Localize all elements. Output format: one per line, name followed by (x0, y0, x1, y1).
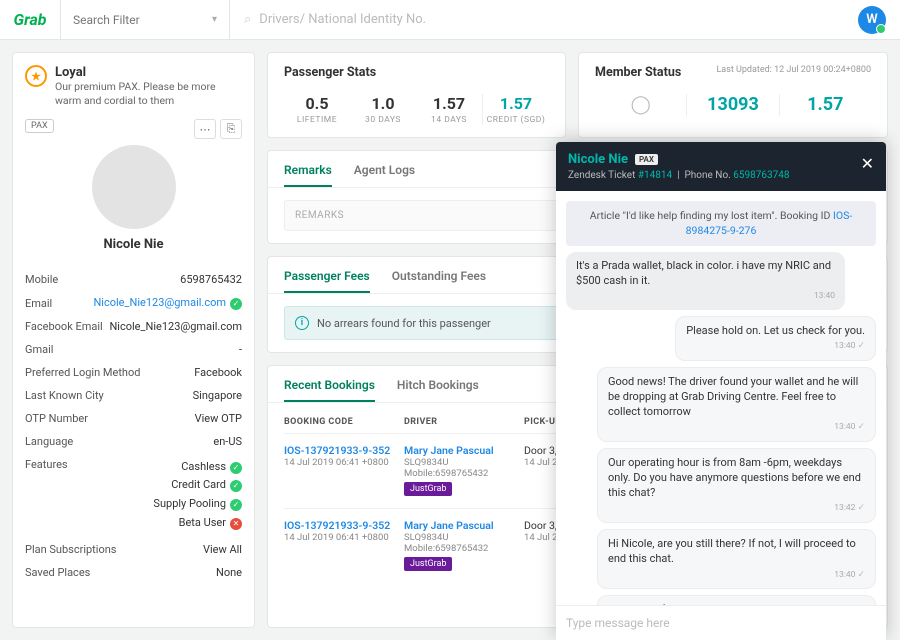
loyal-badge-icon: ★ (25, 65, 47, 87)
chat-message-incoming: It's a Prada wallet, black in color. i h… (566, 252, 845, 309)
login-method-label: Preferred Login Method (25, 366, 140, 379)
chat-body: Article "I'd like help finding my lost i… (556, 191, 886, 605)
member-status-card: Last Updated: 12 Jul 2019 00:24+0800 Mem… (578, 52, 888, 138)
otp-label: OTP Number (25, 412, 88, 425)
chat-input[interactable] (566, 616, 876, 630)
driver-link[interactable]: Mary Jane Pascual (404, 444, 524, 457)
booking-code-link[interactable]: IOS-137921933-9-352 (284, 444, 404, 457)
copy-button[interactable]: ⎘ (220, 119, 242, 139)
chat-message-outgoing: Please hold on. Let us check for you.13:… (675, 316, 876, 361)
passenger-avatar (92, 145, 176, 229)
brand-logo: Grab (0, 10, 60, 29)
info-icon: i (295, 316, 309, 330)
tab-outstanding-fees[interactable]: Outstanding Fees (392, 265, 486, 293)
search-input[interactable] (259, 12, 844, 27)
service-tag: JustGrab (404, 482, 452, 496)
chevron-down-icon: ▾ (212, 14, 217, 25)
chat-message-outgoing: Thank you for reaching out.I hope we hav… (597, 595, 876, 605)
otp-link[interactable]: View OTP (195, 412, 242, 425)
lang-value: en-US (213, 435, 242, 448)
chat-system-banner: Article "I'd like help finding my lost i… (566, 201, 876, 246)
search-icon: ⌕ (244, 12, 251, 27)
chat-pax-chip: PAX (635, 154, 658, 165)
passenger-stats-title: Passenger Stats (284, 65, 549, 80)
chat-message-outgoing: Good news! The driver found your wallet … (597, 367, 876, 442)
tab-hitch-bookings[interactable]: Hitch Bookings (397, 374, 479, 402)
loyal-subtitle: Our premium PAX. Please be more warm and… (55, 80, 242, 107)
col-booking-code: BOOKING CODE (284, 417, 404, 427)
service-tag: JustGrab (404, 557, 452, 571)
more-button[interactable]: ⋯ (194, 119, 216, 139)
passenger-stats-card: Passenger Stats 0.5LIFETIME 1.030 DAYS 1… (267, 52, 566, 138)
plan-label: Plan Subscriptions (25, 543, 117, 556)
tab-remarks[interactable]: Remarks (284, 159, 332, 187)
last-updated: Last Updated: 12 Jul 2019 00:24+0800 (716, 65, 871, 75)
city-value: Singapore (193, 389, 242, 402)
booking-code-link[interactable]: IOS-137921933-9-352 (284, 519, 404, 532)
check-icon: ✓ (230, 499, 242, 511)
close-icon[interactable]: ✕ (861, 154, 874, 173)
passenger-name: Nicole Nie (25, 237, 242, 252)
tab-agent-logs[interactable]: Agent Logs (354, 159, 415, 187)
fb-email-label: Facebook Email (25, 320, 103, 333)
check-icon: ✓ (230, 462, 242, 474)
saved-label: Saved Places (25, 566, 90, 579)
search-filter-label: Search Filter (73, 13, 140, 27)
chat-passenger-name: Nicole Nie (568, 152, 628, 167)
member-points: 13093 (687, 94, 778, 115)
search-filter-dropdown[interactable]: Search Filter ▾ (60, 0, 230, 40)
plan-link[interactable]: View All (203, 543, 242, 556)
loyal-title: Loyal (55, 65, 242, 80)
check-icon: ✓ (230, 480, 242, 492)
check-icon: ✓ (230, 298, 242, 310)
saved-value[interactable]: None (216, 566, 242, 579)
mobile-label: Mobile (25, 273, 58, 286)
chat-message-outgoing: Our operating hour is from 8am -6pm, wee… (597, 448, 876, 523)
pax-chip: PAX (25, 119, 54, 133)
tab-recent-bookings[interactable]: Recent Bookings (284, 374, 375, 402)
city-label: Last Known City (25, 389, 104, 402)
email-label: Email (25, 297, 52, 310)
chat-input-area (556, 605, 886, 640)
user-avatar[interactable]: W (858, 6, 886, 34)
gmail-value: - (239, 343, 242, 356)
features-list: Cashless✓ Credit Card✓ Supply Pooling✓ B… (153, 458, 242, 533)
lang-label: Language (25, 435, 73, 448)
passenger-profile-card: ★ Loyal Our premium PAX. Please be more … (12, 52, 255, 628)
email-value[interactable]: Nicole_Nie123@gmail.com (93, 296, 226, 309)
chat-message-outgoing: Hi Nicole, are you still there? If not, … (597, 529, 876, 589)
features-label: Features (25, 458, 68, 471)
tier-icon: ◯ (630, 94, 652, 116)
search-box[interactable]: ⌕ (230, 12, 858, 27)
chat-phone: 6598763748 (733, 170, 789, 181)
tab-passenger-fees[interactable]: Passenger Fees (284, 265, 370, 293)
topbar: Grab Search Filter ▾ ⌕ W (0, 0, 900, 40)
gmail-label: Gmail (25, 343, 53, 356)
cross-icon: ✕ (230, 518, 242, 530)
driver-link[interactable]: Mary Jane Pascual (404, 519, 524, 532)
mobile-value: 6598765432 (180, 273, 242, 286)
chat-header: Nicole Nie PAX Zendesk Ticket #14814 | P… (556, 142, 886, 191)
login-method-value: Facebook (194, 366, 242, 379)
chat-panel: Nicole Nie PAX Zendesk Ticket #14814 | P… (556, 142, 886, 640)
member-multiplier: 1.57 (780, 94, 871, 115)
col-driver: DRIVER (404, 417, 524, 427)
fb-email-value[interactable]: Nicole_Nie123@gmail.com (109, 320, 242, 333)
zendesk-ticket-link[interactable]: #14814 (638, 170, 672, 181)
